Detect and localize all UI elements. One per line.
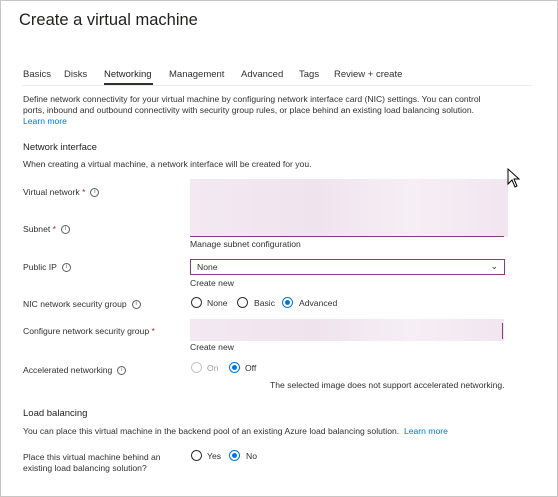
tab-review-create[interactable]: Review + create (334, 69, 402, 80)
active-tab-indicator (104, 83, 153, 85)
nic-nsg-radio-basic[interactable] (237, 297, 248, 308)
nic-nsg-radio-none[interactable] (191, 297, 202, 308)
load-balancing-subtext: You can place this virtual machine in th… (23, 426, 448, 436)
nic-nsg-radio-advanced[interactable] (282, 297, 293, 308)
subnet-label: Subnet * i (23, 224, 70, 235)
tab-basics[interactable]: Basics (23, 69, 51, 80)
load-balancing-heading: Load balancing (23, 408, 88, 419)
accel-radio-off[interactable] (229, 362, 240, 373)
virtual-network-label: Virtual network * i (23, 187, 100, 198)
accel-on-label: On (207, 363, 219, 373)
tab-disks[interactable]: Disks (64, 69, 87, 80)
nic-nsg-label: NIC network security group i (23, 299, 141, 310)
intro-learn-more-link[interactable]: Learn more (23, 116, 67, 126)
lb-no-label: No (246, 451, 257, 461)
accel-off-label: Off (245, 363, 257, 373)
info-icon: i (90, 188, 100, 198)
page-title: Create a virtual machine (19, 11, 198, 29)
public-ip-label: Public IP i (23, 262, 71, 273)
nic-nsg-none-label: None (207, 298, 228, 308)
lb-radio-yes[interactable] (191, 450, 202, 461)
nic-nsg-basic-label: Basic (254, 298, 276, 308)
network-interface-subtext: When creating a virtual machine, a netwo… (23, 159, 312, 169)
accel-note: The selected image does not support acce… (270, 380, 505, 390)
tab-divider (22, 85, 532, 86)
mouse-cursor-icon (507, 168, 521, 188)
public-ip-dropdown[interactable]: None ⌄ (190, 259, 505, 275)
lb-yes-label: Yes (207, 451, 222, 461)
tab-tags[interactable]: Tags (299, 69, 319, 80)
network-interface-heading: Network interface (23, 142, 97, 153)
intro-text: Define network connectivity for your vir… (23, 94, 503, 127)
configure-nsg-field-edge (502, 323, 503, 339)
info-icon: i (61, 225, 70, 235)
info-icon: i (131, 300, 141, 310)
load-balancing-question: Place this virtual machine behind an exis… (23, 452, 161, 473)
load-balancing-learn-more-link[interactable]: Learn more (404, 426, 448, 436)
configure-nsg-label: Configure network security group * (23, 326, 155, 336)
tab-networking[interactable]: Networking (104, 69, 152, 80)
nic-nsg-advanced-label: Advanced (299, 298, 338, 308)
intro-description: Define network connectivity for your vir… (23, 94, 481, 115)
info-icon: i (61, 263, 71, 273)
public-ip-create-new-link[interactable]: Create new (190, 278, 234, 288)
accel-radio-on[interactable] (191, 362, 202, 373)
info-icon: i (117, 366, 127, 376)
lb-radio-no[interactable] (229, 450, 240, 461)
public-ip-value: None (197, 262, 218, 272)
manage-subnet-link[interactable]: Manage subnet configuration (190, 239, 301, 249)
chevron-down-icon: ⌄ (490, 261, 498, 271)
virtual-network-subnet-blurred-field[interactable] (190, 179, 508, 237)
configure-nsg-blurred-field[interactable] (190, 319, 504, 341)
nsg-create-new-link[interactable]: Create new (190, 342, 234, 352)
tab-management[interactable]: Management (169, 69, 224, 80)
tab-advanced[interactable]: Advanced (241, 69, 283, 80)
accelerated-networking-label: Accelerated networking i (23, 365, 127, 376)
subnet-field-underline (190, 236, 504, 237)
